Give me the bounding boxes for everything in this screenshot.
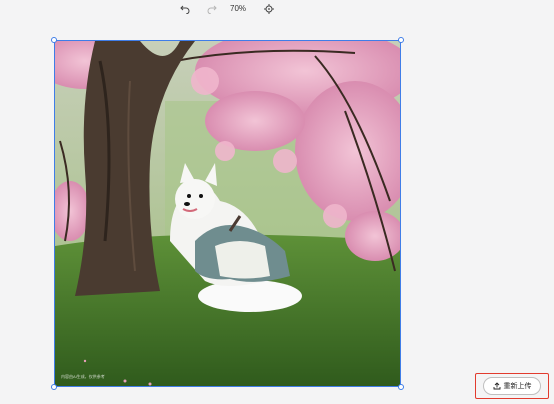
image-watermark: 内容由AI生成，仅供参考 bbox=[61, 374, 105, 379]
redo-icon bbox=[207, 5, 217, 14]
resize-handle-top-left[interactable] bbox=[51, 37, 57, 43]
reupload-label: 重新上传 bbox=[503, 383, 532, 390]
resize-handle-top-right[interactable] bbox=[398, 37, 404, 43]
image-canvas[interactable]: 内容由AI生成，仅供参考 bbox=[54, 40, 401, 387]
undo-button[interactable] bbox=[178, 3, 192, 15]
resize-handle-bottom-left[interactable] bbox=[51, 384, 57, 390]
undo-icon bbox=[180, 5, 190, 14]
reupload-highlight-box: 重新上传 bbox=[475, 373, 549, 399]
reupload-button[interactable]: 重新上传 bbox=[483, 377, 541, 395]
editor-toolbar: 70% bbox=[0, 0, 554, 18]
resize-handle-bottom-right[interactable] bbox=[398, 384, 404, 390]
upload-icon bbox=[493, 382, 500, 390]
zoom-level[interactable]: 70% bbox=[230, 3, 246, 15]
target-icon bbox=[264, 4, 274, 14]
fit-center-button[interactable] bbox=[262, 3, 276, 15]
dog-photo bbox=[55, 41, 400, 386]
redo-button[interactable] bbox=[205, 3, 219, 15]
